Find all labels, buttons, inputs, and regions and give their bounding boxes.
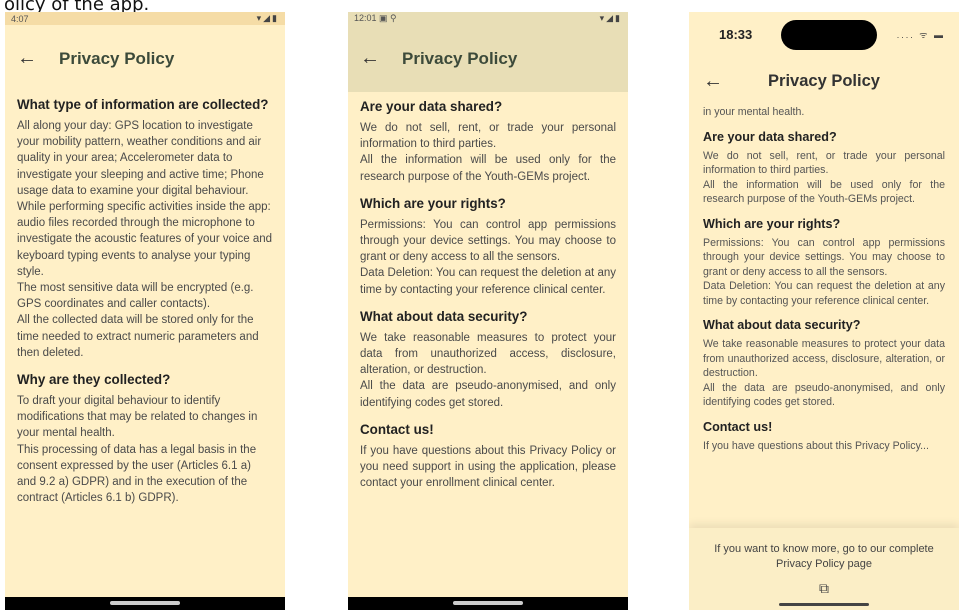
back-arrow-icon[interactable]: ←: [17, 47, 39, 70]
status-icons: ▾◢▮: [599, 13, 622, 23]
policy-content[interactable]: Are your data shared? We do not sell, re…: [348, 98, 628, 491]
section-text: If you have questions about this Privacy…: [360, 444, 616, 490]
policy-content[interactable]: in your mental health. Are your data sha…: [689, 105, 959, 453]
nav-bar: [348, 597, 628, 610]
top-app-bar: ← Privacy Policy: [5, 25, 285, 92]
section-heading: What type of information are collected?: [17, 97, 269, 112]
page-title: Privacy Policy: [59, 48, 175, 68]
status-time: 4:07: [11, 13, 29, 24]
notification-icons: ▣ ⚲: [379, 13, 397, 23]
external-link-icon[interactable]: ⧉: [819, 580, 829, 597]
section-text: Permissions: You can control app permiss…: [703, 236, 945, 307]
phone-screen-1: 4:07 ▾◢▮ ← Privacy Policy What type of i…: [5, 12, 285, 610]
section-text: We take reasonable measures to protect y…: [703, 338, 945, 408]
section-heading: What about data security?: [703, 318, 861, 332]
section-heading: Are your data shared?: [360, 99, 503, 114]
section-heading: Why are they collected?: [17, 372, 171, 388]
home-indicator[interactable]: [779, 603, 869, 606]
section-text: Permissions: You can control app permiss…: [360, 218, 616, 296]
status-bar: 12:01 ▣ ⚲ ▾◢▮: [348, 12, 628, 25]
section-text: in your mental health.: [703, 106, 805, 118]
policy-content[interactable]: What type of information are collected? …: [5, 96, 285, 506]
top-app-bar: ← Privacy Policy: [689, 57, 959, 105]
status-bar: 4:07 ▾◢▮: [5, 12, 285, 25]
status-icons: .... ᯤ ▬: [896, 30, 945, 40]
section-text: To draft your digital behaviour to ident…: [17, 395, 258, 505]
section-heading: Which are your rights?: [360, 195, 506, 211]
dynamic-island: [780, 19, 877, 50]
section-text: We do not sell, rent, or trade your pers…: [703, 149, 945, 206]
section-text: If you have questions about this Privacy…: [703, 439, 929, 452]
section-heading: Are your data shared?: [703, 129, 837, 144]
footer-text: If you want to know more, go to our comp…: [714, 543, 934, 570]
section-heading: What about data security?: [360, 308, 528, 324]
status-icons: ▾◢▮: [256, 13, 279, 23]
phone-screen-3: 18:33 .... ᯤ ▬ ← Privacy Policy in your …: [689, 12, 959, 610]
top-app-bar: ← Privacy Policy: [348, 25, 628, 92]
section-text: We do not sell, rent, or trade your pers…: [360, 122, 616, 183]
nav-bar: [5, 597, 285, 610]
home-pill-icon[interactable]: [453, 601, 523, 605]
section-heading: Contact us!: [703, 419, 773, 434]
home-pill-icon[interactable]: [110, 601, 180, 605]
back-arrow-icon[interactable]: ←: [360, 47, 382, 70]
section-text: All along your day: GPS location to inve…: [17, 120, 273, 359]
back-arrow-icon[interactable]: ←: [703, 70, 725, 93]
section-heading: Which are your rights?: [703, 216, 841, 231]
section-text: We take reasonable measures to protect y…: [360, 331, 616, 409]
status-bar: 18:33 .... ᯤ ▬: [689, 12, 959, 57]
phone-screen-2: 12:01 ▣ ⚲ ▾◢▮ ← Privacy Policy Are your …: [348, 12, 628, 610]
page-title: Privacy Policy: [768, 71, 880, 90]
status-time: 12:01: [354, 13, 377, 23]
policy-footer: If you want to know more, go to our comp…: [689, 528, 959, 610]
status-time: 18:33: [719, 27, 753, 42]
page-title: Privacy Policy: [402, 48, 518, 68]
section-heading: Contact us!: [360, 421, 434, 437]
